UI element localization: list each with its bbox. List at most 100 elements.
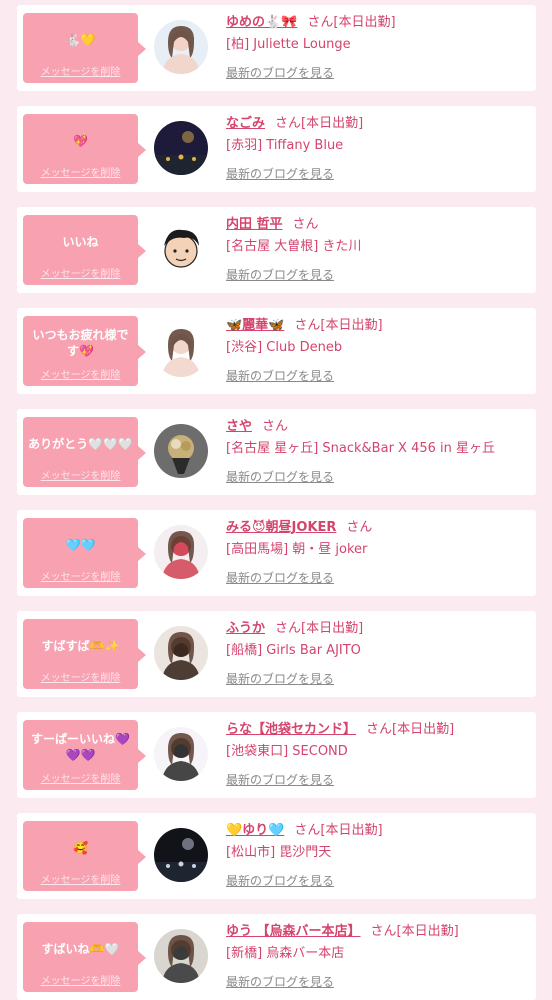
- latest-blog-link[interactable]: 最新のブログを見る: [226, 367, 334, 384]
- latest-blog-link[interactable]: 最新のブログを見る: [226, 872, 334, 889]
- avatar-photo-bouquet: [154, 424, 208, 478]
- avatar[interactable]: [154, 424, 208, 478]
- work-status: [本日出勤]: [301, 621, 364, 636]
- delete-message-link[interactable]: メッセージを削除: [27, 265, 134, 280]
- sender-info: 🦋麗華🦋 さん[本日出勤] [渋谷] Club Deneb 最新のブログを見る: [226, 316, 531, 384]
- name-line: らな【池袋セカンド】 さん[本日出勤]: [226, 720, 531, 740]
- avatar-illustration-man: [154, 222, 208, 276]
- message-card: 🥰 メッセージを削除 💛ゆり🩵 さん[本日出勤] [松山市] 毘沙門天 最新のブログを見る: [17, 813, 536, 899]
- latest-blog-link[interactable]: 最新のブログを見る: [226, 973, 334, 990]
- delete-message-link[interactable]: メッセージを削除: [27, 669, 134, 684]
- sender-name-link[interactable]: ふうか: [226, 621, 265, 636]
- delete-message-link[interactable]: メッセージを削除: [27, 63, 134, 78]
- avatar[interactable]: [154, 525, 208, 579]
- shop-name: [赤羽] Tiffany Blue: [226, 138, 344, 153]
- delete-message-link[interactable]: メッセージを削除: [27, 164, 134, 179]
- message-bubble: すーぱーいいね💜💜💜 メッセージを削除: [23, 720, 146, 790]
- message-card: 💖 メッセージを削除 なごみ さん[本日出勤] [赤羽] Tiffany Blue 最新の…: [17, 106, 536, 192]
- shop-name: [柏] Juliette Lounge: [226, 37, 351, 52]
- avatar-photo-dark-night: [154, 121, 208, 175]
- avatar-photo-night-city: [154, 828, 208, 882]
- sender-name-link[interactable]: 🦋麗華🦋: [226, 318, 284, 333]
- message-bubble: いつもお疲れ様です💖 メッセージを削除: [23, 316, 146, 386]
- work-status: [本日出勤]: [320, 318, 383, 333]
- delete-message-link[interactable]: メッセージを削除: [27, 871, 134, 886]
- sender-name-link[interactable]: みる😈朝昼JOKER: [226, 520, 336, 535]
- honorific: さん: [275, 116, 302, 131]
- name-line: なごみ さん[本日出勤]: [226, 114, 531, 134]
- latest-blog-link[interactable]: 最新のブログを見る: [226, 266, 334, 283]
- work-status: [本日出勤]: [301, 116, 364, 131]
- delete-message-link[interactable]: メッセージを削除: [27, 568, 134, 583]
- latest-blog-link[interactable]: 最新のブログを見る: [226, 771, 334, 788]
- latest-blog-link[interactable]: 最新のブログを見る: [226, 569, 334, 586]
- message-text: いつもお疲れ様です💖: [32, 328, 129, 358]
- avatar-photo-woman-brown: [154, 626, 208, 680]
- message-text: 🩵🩵: [65, 538, 96, 552]
- avatar-photo-woman-dress: [154, 727, 208, 781]
- delete-message-link[interactable]: メッセージを削除: [27, 467, 134, 482]
- shop-name: [池袋東口] SECOND: [226, 744, 348, 759]
- message-bubble: 🐇💛 メッセージを削除: [23, 13, 146, 83]
- shop-name: [新橋] 烏森バー本店: [226, 946, 345, 961]
- honorific: さん: [307, 15, 334, 30]
- honorific: さん: [294, 318, 321, 333]
- sender-info: ゆめの🐇🎀 さん[本日出勤] [柏] Juliette Lounge 最新のブログを見…: [226, 13, 531, 81]
- message-card: すーぱーいいね💜💜💜 メッセージを削除 らな【池袋セカンド】 さん[本日出勤] [池袋東…: [17, 712, 536, 798]
- honorific: さん: [370, 924, 397, 939]
- message-text: 💖: [73, 134, 88, 148]
- sender-name-link[interactable]: らな【池袋セカンド】: [226, 722, 356, 737]
- message-text: ありがとう🤍🤍🤍: [28, 437, 133, 451]
- message-card: いつもお疲れ様です💖 メッセージを削除 🦋麗華🦋 さん[本日出勤] [渋谷] Club …: [17, 308, 536, 394]
- latest-blog-link[interactable]: 最新のブログを見る: [226, 468, 334, 485]
- delete-message-link[interactable]: メッセージを削除: [27, 770, 134, 785]
- message-card: すばいね🫶🤍 メッセージを削除 ゆう 【烏森バー本店】 さん[本日出勤] [新橋] 烏森…: [17, 914, 536, 1000]
- message-bubble: いいねメッセージを削除: [23, 215, 146, 285]
- shop-name: [名古屋 大曽根] きた川: [226, 239, 362, 254]
- avatar[interactable]: [154, 121, 208, 175]
- sender-name-link[interactable]: なごみ: [226, 116, 265, 131]
- avatar[interactable]: [154, 222, 208, 276]
- sender-info: らな【池袋セカンド】 さん[本日出勤] [池袋東口] SECOND 最新のブログを見る: [226, 720, 531, 788]
- latest-blog-link[interactable]: 最新のブログを見る: [226, 165, 334, 182]
- honorific: さん: [346, 520, 373, 535]
- message-bubble: すばいね🫶🤍 メッセージを削除: [23, 922, 146, 992]
- delete-message-link[interactable]: メッセージを削除: [27, 972, 134, 987]
- avatar[interactable]: [154, 727, 208, 781]
- name-line: みる😈朝昼JOKER さん: [226, 518, 531, 538]
- message-bubble: すばすば🫶✨ メッセージを削除: [23, 619, 146, 689]
- sender-name-link[interactable]: 💛ゆり🩵: [226, 823, 284, 838]
- message-card: 🐇💛 メッセージを削除 ゆめの🐇🎀 さん[本日出勤] [柏] Juliette Loun…: [17, 5, 536, 91]
- name-line: ゆう 【烏森バー本店】 さん[本日出勤]: [226, 922, 531, 942]
- message-bubble: 🩵🩵 メッセージを削除: [23, 518, 146, 588]
- avatar[interactable]: [154, 323, 208, 377]
- sender-name-link[interactable]: ゆう 【烏森バー本店】: [226, 924, 361, 939]
- honorific: さん: [294, 823, 321, 838]
- latest-blog-link[interactable]: 最新のブログを見る: [226, 670, 334, 687]
- latest-blog-link[interactable]: 最新のブログを見る: [226, 64, 334, 81]
- sender-info: なごみ さん[本日出勤] [赤羽] Tiffany Blue 最新のブログを見る: [226, 114, 531, 182]
- honorific: さん: [366, 722, 393, 737]
- name-line: さや さん: [226, 417, 531, 437]
- message-text: すばすば🫶✨: [41, 639, 120, 653]
- avatar-photo-woman-white: [154, 323, 208, 377]
- shop-name: [名古屋 星ヶ丘] Snack&Bar X 456 in 星ヶ丘: [226, 441, 496, 456]
- shop-name: [船橋] Girls Bar AJITO: [226, 643, 361, 658]
- avatar[interactable]: [154, 828, 208, 882]
- message-bubble: ありがとう🤍🤍🤍 メッセージを削除: [23, 417, 146, 487]
- avatar[interactable]: [154, 929, 208, 983]
- avatar[interactable]: [154, 626, 208, 680]
- message-card: ありがとう🤍🤍🤍 メッセージを削除 さや さん [名古屋 星ヶ丘] Snack&Bar …: [17, 409, 536, 495]
- avatar-photo-woman-costume: [154, 525, 208, 579]
- honorific: さん: [292, 217, 319, 232]
- sender-info: さや さん [名古屋 星ヶ丘] Snack&Bar X 456 in 星ヶ丘 最新のブ…: [226, 417, 531, 485]
- message-text: 🥰: [73, 841, 88, 855]
- avatar[interactable]: [154, 20, 208, 74]
- delete-message-link[interactable]: メッセージを削除: [27, 366, 134, 381]
- message-text: いいね: [62, 235, 99, 249]
- sender-name-link[interactable]: ゆめの🐇🎀: [226, 15, 297, 30]
- sender-name-link[interactable]: 内田 哲平: [226, 217, 283, 232]
- name-line: ふうか さん[本日出勤]: [226, 619, 531, 639]
- shop-name: [渋谷] Club Deneb: [226, 340, 343, 355]
- sender-name-link[interactable]: さや: [226, 419, 252, 434]
